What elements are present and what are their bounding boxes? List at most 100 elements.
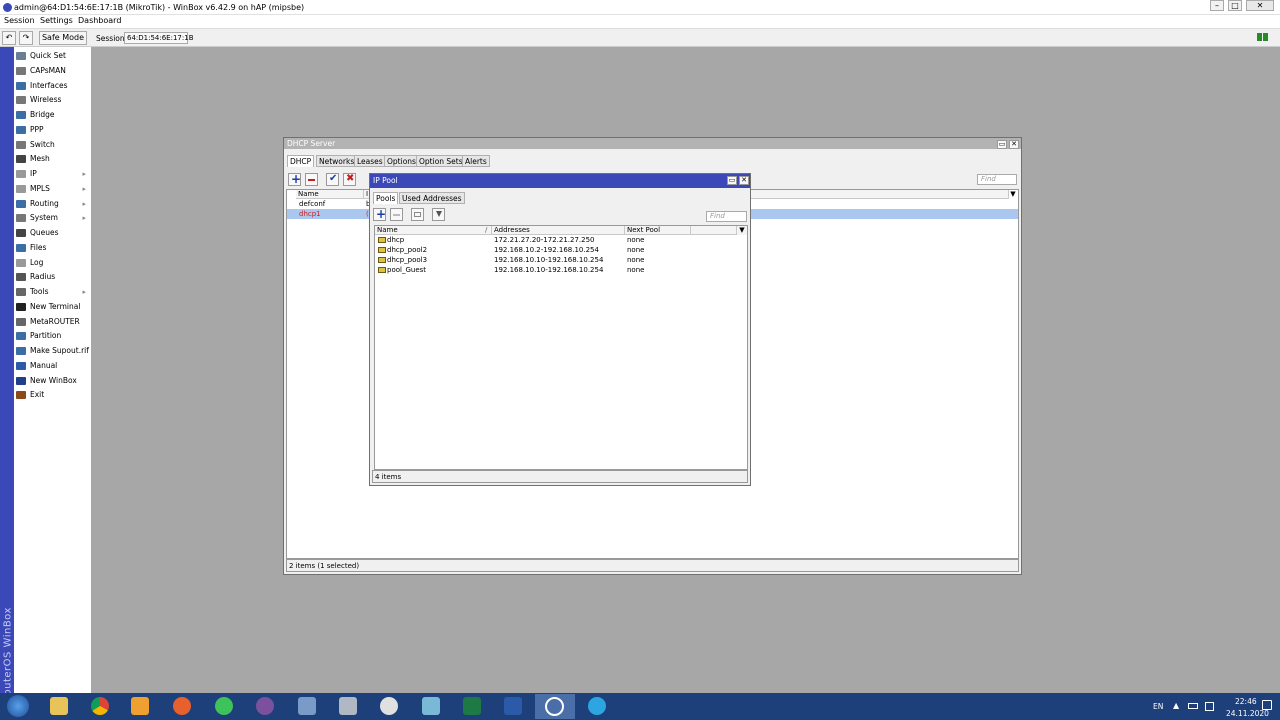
tab-alerts[interactable]: Alerts bbox=[462, 155, 490, 167]
sidebar-item-label: PPP bbox=[30, 124, 44, 134]
sidebar-item-quick-set[interactable]: Quick Set bbox=[16, 49, 90, 63]
sidebar-item-metarouter[interactable]: MetaROUTER bbox=[16, 315, 90, 329]
media-player-icon[interactable] bbox=[131, 697, 149, 715]
pool-find-input[interactable]: Find bbox=[706, 211, 747, 222]
firefox-icon[interactable] bbox=[173, 697, 191, 715]
explorer-icon[interactable] bbox=[50, 697, 68, 715]
supout-icon bbox=[16, 347, 26, 355]
network-icon[interactable] bbox=[1205, 702, 1214, 711]
viber-icon[interactable] bbox=[256, 697, 274, 715]
sidebar-item-tools[interactable]: Tools ▸ bbox=[16, 285, 90, 299]
close-button[interactable]: ✕ bbox=[1246, 0, 1274, 11]
lock-app-icon[interactable] bbox=[380, 697, 398, 715]
menu-dashboard[interactable]: Dashboard bbox=[78, 16, 121, 25]
network-app-icon[interactable] bbox=[298, 697, 316, 715]
dhcp-find-input[interactable]: Find bbox=[977, 174, 1017, 185]
tab-pools[interactable]: Pools bbox=[373, 192, 399, 204]
pool-col-extra[interactable] bbox=[691, 226, 737, 235]
quick-set-icon bbox=[16, 52, 26, 60]
chrome-icon[interactable] bbox=[91, 697, 109, 715]
dhcp-close-button[interactable]: ✕ bbox=[1009, 140, 1019, 149]
dhcp-enable-button[interactable]: ✔ bbox=[326, 173, 339, 186]
sidebar-item-new-winbox[interactable]: New WinBox bbox=[16, 374, 90, 388]
dropdown-icon[interactable]: ▼ bbox=[737, 226, 747, 235]
table-row[interactable]: pool_Guest 192.168.10.10-192.168.10.254 no… bbox=[375, 265, 747, 275]
undo-button[interactable]: ↶ bbox=[2, 31, 16, 45]
session-field[interactable]: 64:D1:54:6E:17:1B bbox=[124, 32, 194, 44]
sidebar-item-radius[interactable]: Radius bbox=[16, 270, 90, 284]
table-row[interactable]: dhcp 172.21.27.20-172.21.27.250 none bbox=[375, 235, 747, 245]
clock-time[interactable]: 22:46 bbox=[1235, 697, 1257, 706]
sidebar-item-mpls[interactable]: MPLS ▸ bbox=[16, 182, 90, 196]
pool-col-name[interactable]: Name bbox=[375, 226, 492, 235]
sidebar-item-interfaces[interactable]: Interfaces bbox=[16, 79, 90, 93]
tray-arrow-icon[interactable]: ▲ bbox=[1173, 701, 1179, 710]
pool-maximize-button[interactable]: ▭ bbox=[727, 176, 737, 185]
dhcp-remove-button[interactable] bbox=[305, 173, 318, 186]
menu-session[interactable]: Session bbox=[4, 16, 35, 25]
pool-close-button[interactable]: ✕ bbox=[739, 176, 749, 185]
exit-icon bbox=[16, 391, 26, 400]
sidebar-item-manual[interactable]: Manual bbox=[16, 359, 90, 373]
calculator-icon[interactable] bbox=[339, 697, 357, 715]
tab-option-sets[interactable]: Option Sets bbox=[416, 155, 466, 167]
sidebar-item-files[interactable]: Files bbox=[16, 241, 90, 255]
dhcp-maximize-button[interactable]: ▭ bbox=[997, 140, 1007, 149]
sidebar-item-routing[interactable]: Routing ▸ bbox=[16, 197, 90, 211]
tab-options[interactable]: Options bbox=[384, 155, 419, 167]
sidebar-item-log[interactable]: Log bbox=[16, 256, 90, 270]
telegram-icon[interactable] bbox=[588, 697, 606, 715]
start-button[interactable] bbox=[7, 695, 29, 717]
sidebar-item-make-supout-rif[interactable]: Make Supout.rif bbox=[16, 344, 90, 358]
dhcp-col-name[interactable]: Name bbox=[296, 190, 364, 199]
notes-icon[interactable] bbox=[422, 697, 440, 715]
pool-cell-name: dhcp_pool2 bbox=[387, 246, 428, 254]
system-icon bbox=[16, 214, 26, 223]
sidebar-item-mesh[interactable]: Mesh bbox=[16, 152, 90, 166]
excel-icon[interactable] bbox=[463, 697, 481, 715]
sidebar-item-exit[interactable]: Exit bbox=[16, 388, 90, 402]
sidebar-item-ip[interactable]: IP ▸ bbox=[16, 167, 90, 181]
dhcp-add-button[interactable]: + bbox=[288, 172, 301, 186]
sidebar-item-system[interactable]: System ▸ bbox=[16, 211, 90, 225]
sidebar-item-ppp[interactable]: PPP bbox=[16, 123, 90, 137]
mesh-icon bbox=[16, 155, 26, 164]
table-row[interactable]: dhcp_pool2 192.168.10.2-192.168.10.254 non… bbox=[375, 245, 747, 255]
pool-col-addresses[interactable]: Addresses bbox=[492, 226, 625, 235]
sidebar-item-wireless[interactable]: Wireless bbox=[16, 93, 90, 107]
sidebar-item-queues[interactable]: Queues bbox=[16, 226, 90, 240]
sidebar-item-capsman[interactable]: CAPsMAN bbox=[16, 64, 90, 78]
pool-col-next-pool[interactable]: Next Pool bbox=[625, 226, 691, 235]
sidebar-item-partition[interactable]: Partition bbox=[16, 329, 90, 343]
notification-icon[interactable] bbox=[1262, 700, 1272, 710]
pool-add-button[interactable]: + bbox=[373, 207, 386, 221]
tab-used-addresses[interactable]: Used Addresses bbox=[399, 192, 465, 204]
dropdown-icon[interactable]: ▼ bbox=[1008, 190, 1018, 199]
tab-dhcp[interactable]: DHCP bbox=[287, 155, 315, 167]
clock-date[interactable]: 24.11.2020 bbox=[1226, 709, 1269, 718]
menu-settings[interactable]: Settings bbox=[40, 16, 73, 25]
language-indicator[interactable]: EN bbox=[1153, 702, 1163, 711]
ip-icon bbox=[16, 170, 26, 178]
battery-icon[interactable] bbox=[1188, 703, 1198, 709]
tab-leases[interactable]: Leases bbox=[354, 155, 386, 167]
sidebar-item-label: Partition bbox=[30, 331, 62, 341]
winbox-taskbar-button[interactable] bbox=[535, 694, 575, 719]
pool-filter-button[interactable] bbox=[432, 208, 445, 221]
dhcp-disable-button[interactable]: ✖ bbox=[343, 173, 356, 186]
sidebar-item-switch[interactable]: Switch bbox=[16, 138, 90, 152]
maximize-button[interactable]: □ bbox=[1228, 0, 1242, 11]
redo-button[interactable]: ↷ bbox=[19, 31, 33, 45]
pool-icon bbox=[378, 267, 386, 273]
pool-remove-button[interactable] bbox=[390, 208, 403, 221]
word-icon[interactable] bbox=[504, 697, 522, 715]
safe-mode-button[interactable]: Safe Mode bbox=[39, 31, 87, 45]
pool-comment-button[interactable] bbox=[411, 208, 424, 221]
minimize-button[interactable]: – bbox=[1210, 0, 1224, 11]
sort-icon: / bbox=[485, 226, 488, 234]
whatsapp-icon[interactable] bbox=[215, 697, 233, 715]
table-row[interactable]: dhcp_pool3 192.168.10.10-192.168.10.254 no… bbox=[375, 255, 747, 265]
tab-networks[interactable]: Networks bbox=[316, 155, 358, 167]
sidebar-item-new-terminal[interactable]: New Terminal bbox=[16, 300, 90, 314]
sidebar-item-bridge[interactable]: Bridge bbox=[16, 108, 90, 122]
